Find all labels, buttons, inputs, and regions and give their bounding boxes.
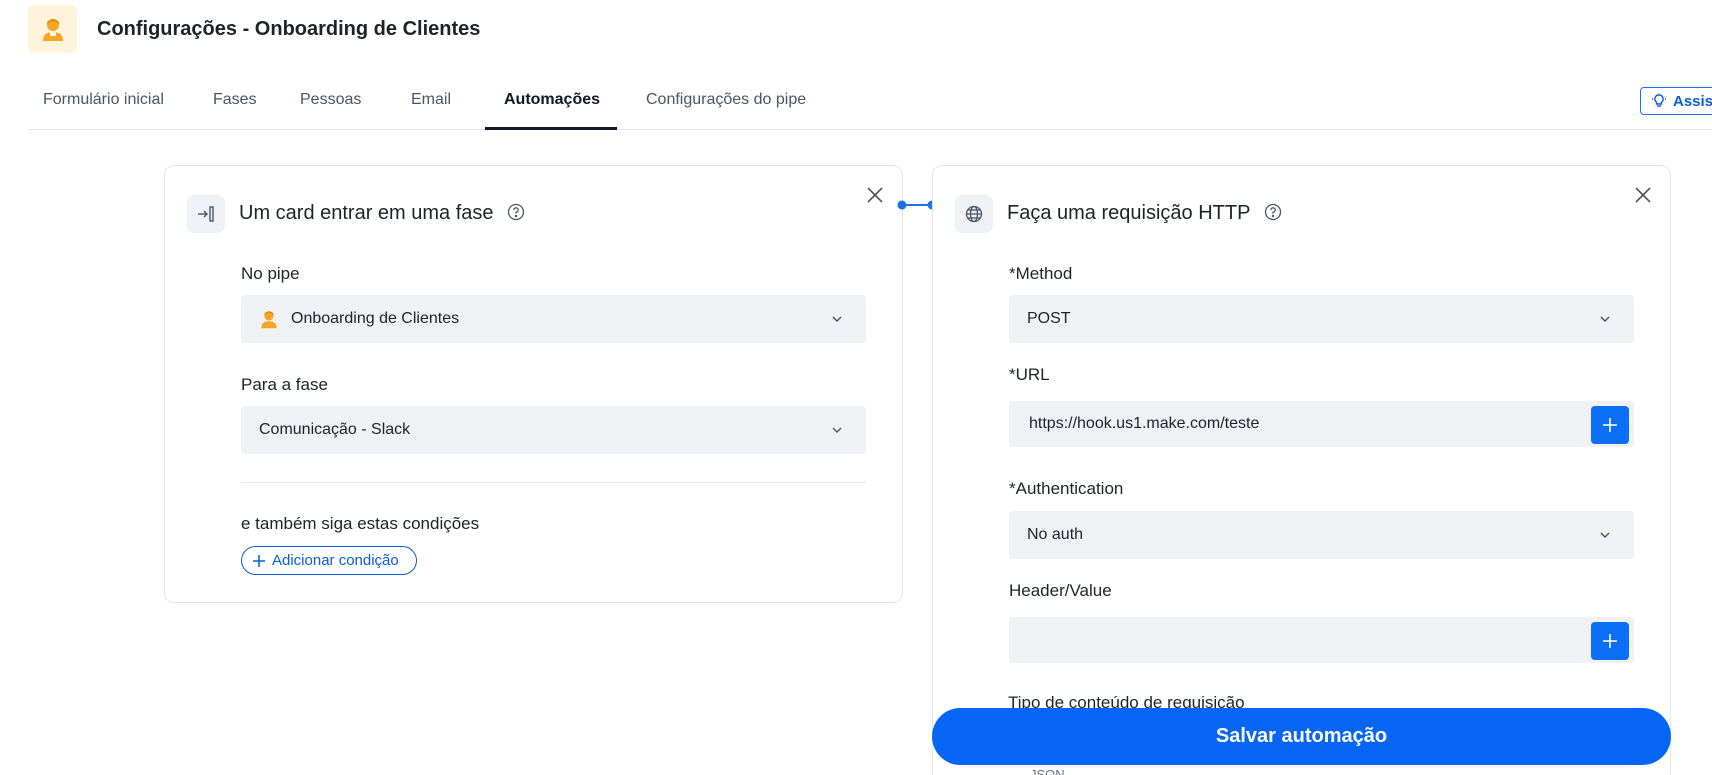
conditions-label: e também siga estas condições: [241, 514, 480, 533]
header-value-field[interactable]: [1009, 617, 1634, 663]
user-avatar-icon: [259, 309, 279, 329]
user-avatar-icon: [42, 19, 63, 41]
enter-phase-icon: [187, 195, 225, 233]
help-icon[interactable]: [1264, 203, 1282, 221]
page-title: Configurações - Onboarding de Clientes: [97, 17, 481, 40]
close-icon[interactable]: [1632, 184, 1654, 206]
app-header: Configurações - Onboarding de Clientes: [28, 5, 480, 53]
method-select-value: POST: [1027, 310, 1071, 327]
pipe-select[interactable]: Onboarding de Clientes: [241, 295, 866, 343]
tab-configuracoes-do-pipe[interactable]: Configurações do pipe: [646, 78, 806, 130]
plus-icon: [253, 554, 265, 567]
action-card: Faça uma requisição HTTP *Method POST *U…: [932, 165, 1671, 775]
chevron-down-icon: [1600, 532, 1610, 538]
save-automation-button[interactable]: Salvar automação: [932, 708, 1671, 765]
phase-select[interactable]: Comunicação - Slack: [241, 406, 866, 454]
trigger-card: Um card entrar em uma fase No pipe Onboa…: [164, 165, 903, 603]
automation-editor-page: Configurações - Onboarding de Clientes F…: [0, 0, 1712, 775]
tab-email[interactable]: Email: [411, 78, 451, 130]
pipe-label: No pipe: [241, 264, 300, 283]
plus-icon: [1603, 634, 1617, 648]
url-label: *URL: [1009, 365, 1050, 384]
phase-label: Para a fase: [241, 375, 328, 394]
tab-fases[interactable]: Fases: [213, 78, 257, 130]
pipe-select-value: Onboarding de Clientes: [291, 310, 460, 327]
header-add-button[interactable]: [1591, 622, 1629, 660]
chevron-down-icon: [832, 427, 842, 433]
url-field-value: https://hook.us1.make.com/teste: [1029, 415, 1260, 432]
add-condition-label: Adicionar condição: [272, 552, 399, 569]
method-select[interactable]: POST: [1009, 295, 1634, 343]
close-icon[interactable]: [864, 184, 886, 206]
lightbulb-icon: [1652, 93, 1666, 107]
divider: [241, 482, 866, 483]
chevron-down-icon: [832, 316, 842, 322]
assist-button-label: Assist: [1673, 92, 1712, 110]
trigger-title-text: Um card entrar em uma fase: [239, 202, 494, 224]
auth-select[interactable]: No auth: [1009, 511, 1634, 559]
active-tab-indicator: [485, 127, 617, 130]
phase-select-value: Comunicação - Slack: [259, 421, 411, 438]
tab-pessoas[interactable]: Pessoas: [300, 78, 361, 130]
action-title: Faça uma requisição HTTP: [1007, 202, 1282, 225]
trigger-title: Um card entrar em uma fase: [239, 202, 525, 225]
tab-automacoes[interactable]: Automações: [504, 78, 600, 130]
chevron-down-icon: [1600, 316, 1610, 322]
auth-select-value: No auth: [1027, 526, 1084, 543]
assist-button[interactable]: Assist: [1640, 87, 1712, 115]
url-add-variable-button[interactable]: [1591, 406, 1629, 444]
method-label: *Method: [1009, 264, 1073, 283]
content-type-value: JSON: [1030, 767, 1065, 775]
help-icon[interactable]: [507, 203, 525, 221]
globe-icon: [955, 195, 993, 233]
pipe-logo: [28, 5, 77, 53]
auth-label: *Authentication: [1009, 479, 1124, 498]
settings-tabs: Formulário inicial Fases Pessoas Email A…: [28, 78, 1712, 130]
add-condition-button[interactable]: Adicionar condição: [241, 546, 417, 575]
action-title-text: Faça uma requisição HTTP: [1007, 202, 1251, 224]
plus-icon: [1603, 418, 1617, 432]
header-value-label: Header/Value: [1009, 581, 1112, 600]
tab-formulario-inicial[interactable]: Formulário inicial: [43, 78, 164, 130]
url-field[interactable]: https://hook.us1.make.com/teste: [1009, 401, 1634, 447]
